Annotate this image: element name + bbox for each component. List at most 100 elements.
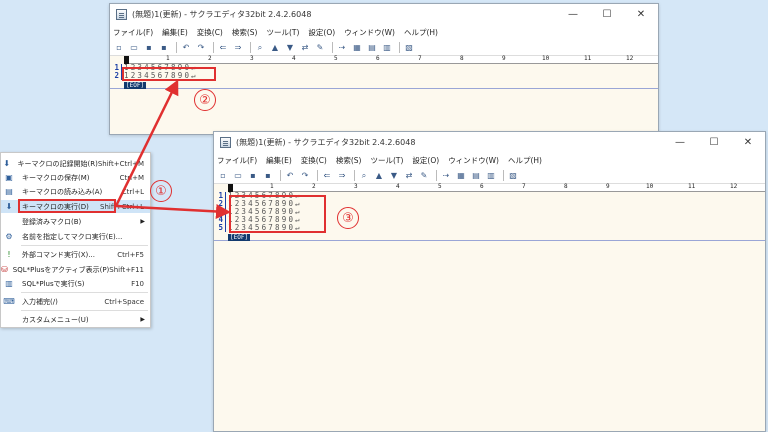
close-button[interactable]: ✕ bbox=[624, 4, 658, 25]
ruler-label: 12 bbox=[730, 183, 738, 190]
replace-icon[interactable]: ⇄ bbox=[403, 170, 415, 181]
menu-item-custom-menu[interactable]: カスタムメニュー(U) ▶ bbox=[1, 313, 150, 326]
tools-context-menu: ⬇ キーマクロの記録開始(R) Shift+Ctrl+M ▣ キーマクロの保存(… bbox=[0, 152, 151, 328]
load-icon: ▤ bbox=[5, 187, 13, 196]
jump-back-icon[interactable]: ⇐ bbox=[217, 42, 229, 53]
title-bar[interactable]: (無題)1(更新) - サクラエディタ32bit 2.4.2.6048 — ☐ … bbox=[214, 132, 765, 153]
save-icon[interactable]: ▪ bbox=[143, 42, 155, 53]
save-all-icon[interactable]: ▪ bbox=[158, 42, 170, 53]
menu-settings[interactable]: 設定(O) bbox=[308, 27, 335, 38]
highlight-box-line2 bbox=[122, 67, 216, 81]
save-icon[interactable]: ▪ bbox=[247, 170, 259, 181]
ruler-label: 5 bbox=[438, 183, 442, 190]
search-next-icon[interactable]: ▼ bbox=[388, 170, 400, 181]
window-title: (無題)1(更新) - サクラエディタ32bit 2.4.2.6048 bbox=[132, 10, 312, 19]
callout-3: ③ bbox=[337, 207, 359, 229]
submenu-arrow-icon: ▶ bbox=[140, 218, 145, 225]
maximize-button[interactable]: ☐ bbox=[697, 132, 731, 153]
ruler-label: 10 bbox=[542, 55, 550, 62]
replace-icon[interactable]: ⇄ bbox=[299, 42, 311, 53]
ruler-label: 2 bbox=[312, 183, 316, 190]
maximize-button[interactable]: ☐ bbox=[590, 4, 624, 25]
menu-settings[interactable]: 設定(O) bbox=[412, 155, 439, 166]
menu-item-macro-load[interactable]: ▤ キーマクロの読み込み(A) Ctrl+L bbox=[1, 185, 150, 198]
toolbar: ▫ ▭ ▪ ▪ ↶ ↷ ⇐ ⇒ ⌕ ▲ ▼ ⇄ ✎ ⇢ ▦ ▤ ▥ ▧ bbox=[214, 168, 765, 184]
bookmark-icon[interactable]: ⇢ bbox=[440, 170, 452, 181]
undo-icon[interactable]: ↶ bbox=[284, 170, 296, 181]
menu-search[interactable]: 検索(S) bbox=[232, 27, 258, 38]
menu-separator bbox=[21, 292, 148, 293]
menu-item-macro-save[interactable]: ▣ キーマクロの保存(M) Ctrl+M bbox=[1, 171, 150, 184]
eof-row: [EOF] bbox=[214, 232, 765, 241]
toolbar: ▫ ▭ ▪ ▪ ↶ ↷ ⇐ ⇒ ⌕ ▲ ▼ ⇄ ✎ ⇢ ▦ ▤ ▥ ▧ bbox=[110, 40, 658, 56]
sqlplus-run-icon: ▥ bbox=[5, 279, 13, 288]
settings-icon[interactable]: ▧ bbox=[403, 42, 415, 53]
menu-file[interactable]: ファイル(F) bbox=[113, 27, 153, 38]
menu-item-sqlplus-activate[interactable]: ⛁ SQL*Plusをアクティブ表示(P) Shift+F11 bbox=[1, 263, 150, 276]
title-bar[interactable]: (無題)1(更新) - サクラエディタ32bit 2.4.2.6048 — ☐ … bbox=[110, 4, 658, 25]
callout-1: ① bbox=[150, 180, 172, 202]
compare-icon[interactable]: ▤ bbox=[470, 170, 482, 181]
open-folder-icon[interactable]: ▭ bbox=[128, 42, 140, 53]
eof-marker: [EOF] bbox=[228, 234, 251, 241]
menu-item-macro-record[interactable]: ⬇ キーマクロの記録開始(R) Shift+Ctrl+M bbox=[1, 157, 150, 170]
toolbar-separator bbox=[213, 42, 214, 53]
search-prev-icon[interactable]: ▲ bbox=[269, 42, 281, 53]
menu-help[interactable]: ヘルプ(H) bbox=[508, 155, 542, 166]
menu-item-sqlplus-run[interactable]: ▥ SQL*Plusで実行(S) F10 bbox=[1, 277, 150, 290]
menu-window[interactable]: ウィンドウ(W) bbox=[344, 27, 395, 38]
menu-item-registered-macros[interactable]: 登録済みマクロ(B) ▶ bbox=[1, 215, 150, 228]
app-icon bbox=[116, 9, 127, 20]
menu-convert[interactable]: 変換(C) bbox=[301, 155, 327, 166]
list-icon[interactable]: ▥ bbox=[485, 170, 497, 181]
menu-tools[interactable]: ツール(T) bbox=[266, 27, 299, 38]
search-icon[interactable]: ⌕ bbox=[254, 42, 266, 53]
outline-icon[interactable]: ▦ bbox=[351, 42, 363, 53]
jump-back-icon[interactable]: ⇐ bbox=[321, 170, 333, 181]
new-file-icon[interactable]: ▫ bbox=[113, 42, 125, 53]
search-prev-icon[interactable]: ▲ bbox=[373, 170, 385, 181]
jump-forward-icon[interactable]: ⇒ bbox=[232, 42, 244, 53]
menu-item-input-complete[interactable]: ⌨ 入力補完(/) Ctrl+Space bbox=[1, 295, 150, 308]
grep-icon[interactable]: ✎ bbox=[314, 42, 326, 53]
menu-window[interactable]: ウィンドウ(W) bbox=[448, 155, 499, 166]
ruler-label: 7 bbox=[522, 183, 526, 190]
new-file-icon[interactable]: ▫ bbox=[217, 170, 229, 181]
jump-forward-icon[interactable]: ⇒ bbox=[336, 170, 348, 181]
menu-help[interactable]: ヘルプ(H) bbox=[404, 27, 438, 38]
settings-icon[interactable]: ▧ bbox=[507, 170, 519, 181]
menu-edit[interactable]: 編集(E) bbox=[266, 155, 292, 166]
redo-icon[interactable]: ↷ bbox=[299, 170, 311, 181]
menu-convert[interactable]: 変換(C) bbox=[197, 27, 223, 38]
menu-search[interactable]: 検索(S) bbox=[336, 155, 362, 166]
named-run-icon: ⚙ bbox=[5, 232, 13, 241]
line-number: 5 bbox=[214, 224, 226, 232]
ruler-label: 4 bbox=[292, 55, 296, 62]
search-icon[interactable]: ⌕ bbox=[358, 170, 370, 181]
search-next-icon[interactable]: ▼ bbox=[284, 42, 296, 53]
menu-file[interactable]: ファイル(F) bbox=[217, 155, 257, 166]
menu-tools[interactable]: ツール(T) bbox=[370, 155, 403, 166]
menu-edit[interactable]: 編集(E) bbox=[162, 27, 188, 38]
ruler-label: 3 bbox=[354, 183, 358, 190]
menu-item-external-command[interactable]: ! 外部コマンド実行(X)... Ctrl+F5 bbox=[1, 248, 150, 261]
bookmark-icon[interactable]: ⇢ bbox=[336, 42, 348, 53]
minimize-button[interactable]: — bbox=[556, 4, 590, 25]
menu-item-named-macro-run[interactable]: ⚙ 名前を指定してマクロ実行(E)... bbox=[1, 230, 150, 243]
ruler-label: 3 bbox=[250, 55, 254, 62]
submenu-arrow-icon: ▶ bbox=[140, 316, 145, 323]
eof-row: [EOF] bbox=[110, 80, 658, 89]
grep-icon[interactable]: ✎ bbox=[418, 170, 430, 181]
toolbar-separator bbox=[436, 170, 437, 181]
save-all-icon[interactable]: ▪ bbox=[262, 170, 274, 181]
ruler-label: 12 bbox=[626, 55, 634, 62]
outline-icon[interactable]: ▦ bbox=[455, 170, 467, 181]
minimize-button[interactable]: — bbox=[663, 132, 697, 153]
compare-icon[interactable]: ▤ bbox=[366, 42, 378, 53]
redo-icon[interactable]: ↷ bbox=[195, 42, 207, 53]
open-folder-icon[interactable]: ▭ bbox=[232, 170, 244, 181]
menu-bar: ファイル(F) 編集(E) 変換(C) 検索(S) ツール(T) 設定(O) ウ… bbox=[214, 153, 765, 168]
undo-icon[interactable]: ↶ bbox=[180, 42, 192, 53]
list-icon[interactable]: ▥ bbox=[381, 42, 393, 53]
close-button[interactable]: ✕ bbox=[731, 132, 765, 153]
